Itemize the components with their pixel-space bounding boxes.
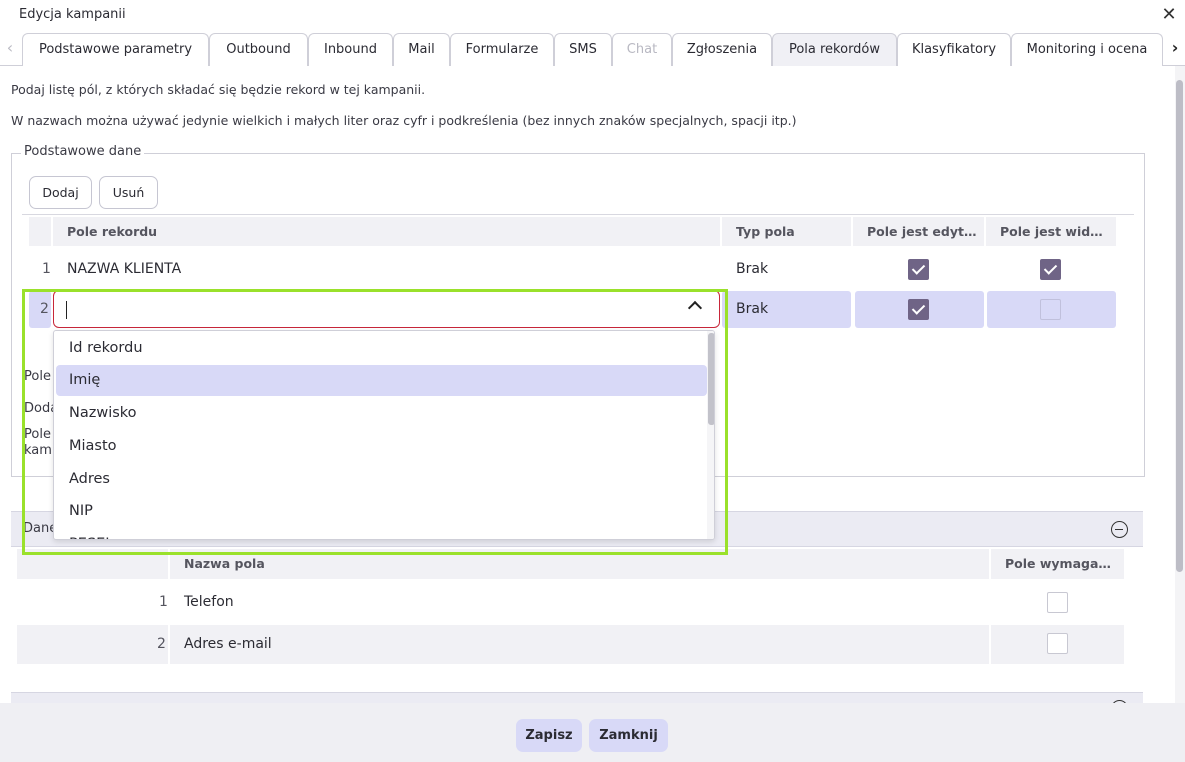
row-field-name[interactable]: Adres e-mail [184,636,272,652]
description-line-2: W nazwach można używać jedynie wielkich … [11,113,797,128]
tab-zgloszenia[interactable]: Zgłoszenia [672,33,772,66]
dropdown-option[interactable]: NIP [56,496,707,527]
field-name-combobox[interactable] [53,290,720,328]
tab-chat: Chat [612,33,672,66]
chevron-left-icon[interactable]: ‹ [0,32,20,66]
column-header-visible[interactable]: Pole jest wid… [986,217,1116,246]
required-checkbox[interactable] [1047,592,1068,613]
tab-outbound[interactable]: Outbound [209,33,308,66]
editable-checkbox[interactable] [908,259,929,280]
tab-pola-rekordow[interactable]: Pola rekordów [772,33,897,66]
hidden-label: Pole [24,369,51,384]
content-scrollbar-thumb[interactable] [1176,80,1183,572]
row-number: 2 [40,301,49,317]
row-number: 1 [159,594,168,610]
dropdown-option[interactable]: Id rekordu [56,333,707,364]
dropdown-option[interactable]: Miasto [56,431,707,462]
required-checkbox[interactable] [1047,633,1068,654]
dropdown-option[interactable]: Nazwisko [56,398,707,429]
row-field-name[interactable]: NAZWA KLIENTA [67,261,181,277]
hidden-label: kam [24,443,52,458]
column-header-type[interactable]: Typ pola [722,217,851,246]
dropdown-option-highlighted[interactable]: Imię [56,365,707,396]
hidden-label: Doda [24,401,53,416]
save-button[interactable]: Zapisz [516,719,582,752]
dropdown-scrollbar-thumb[interactable] [708,333,714,425]
column-header-number [29,217,51,246]
visible-checkbox[interactable] [1040,259,1061,280]
dropdown-option[interactable]: PESEL [56,529,707,539]
add-button[interactable]: Dodaj [29,176,92,209]
row-field-type[interactable]: Brak [736,301,768,317]
tab-klasyfikatory[interactable]: Klasyfikatory [897,33,1011,66]
column-header-field[interactable]: Pole rekordu [53,217,720,246]
row-bg [170,625,989,664]
collapse-icon[interactable] [1111,521,1128,538]
row-field-name[interactable]: Telefon [184,594,234,610]
field-name-dropdown[interactable]: Id rekordu Imię Nazwisko Miasto Adres NI… [53,330,715,540]
column-header-editable[interactable]: Pole jest edyt… [853,217,984,246]
contact-section-title: Dane [23,521,53,536]
row-bg [17,625,168,664]
dialog-titlebar: Edycja kampanii ✕ [0,0,1185,32]
remove-button[interactable]: Usuń [99,176,158,209]
tab-monitoring-i-ocena[interactable]: Monitoring i ocena [1011,33,1163,66]
description-line-1: Podaj listę pól, z których składać się b… [11,82,426,97]
dropdown-option[interactable]: Adres [56,464,707,495]
tab-formularze[interactable]: Formularze [450,33,554,66]
row-number: 1 [42,261,51,277]
row-field-type[interactable]: Brak [736,261,768,277]
tab-mail[interactable]: Mail [393,33,450,66]
tab-bar: ‹ Podstawowe parametry Outbound Inbound … [0,32,1185,66]
visible-checkbox[interactable] [1040,299,1061,320]
tab-podstawowe-parametry[interactable]: Podstawowe parametry [22,33,209,66]
chevron-up-icon[interactable] [687,300,703,316]
close-icon[interactable]: ✕ [1159,5,1179,25]
hidden-label: Pole [24,427,51,442]
close-button[interactable]: Zamknij [589,719,668,752]
dialog-title: Edycja kampanii [19,7,126,22]
tab-inbound[interactable]: Inbound [308,33,393,66]
column-header-required[interactable]: Pole wymaga… [991,549,1124,579]
basic-data-legend: Podstawowe dane [21,144,145,159]
row-number: 2 [157,636,166,652]
editable-checkbox[interactable] [908,299,929,320]
text-caret [66,301,67,319]
column-header-number [17,549,168,579]
column-header-field-name[interactable]: Nazwa pola [170,549,989,579]
tab-sms[interactable]: SMS [554,33,612,66]
table-divider [22,214,1134,215]
chevron-right-icon[interactable]: › [1165,32,1185,66]
next-section-header[interactable] [11,692,1143,703]
